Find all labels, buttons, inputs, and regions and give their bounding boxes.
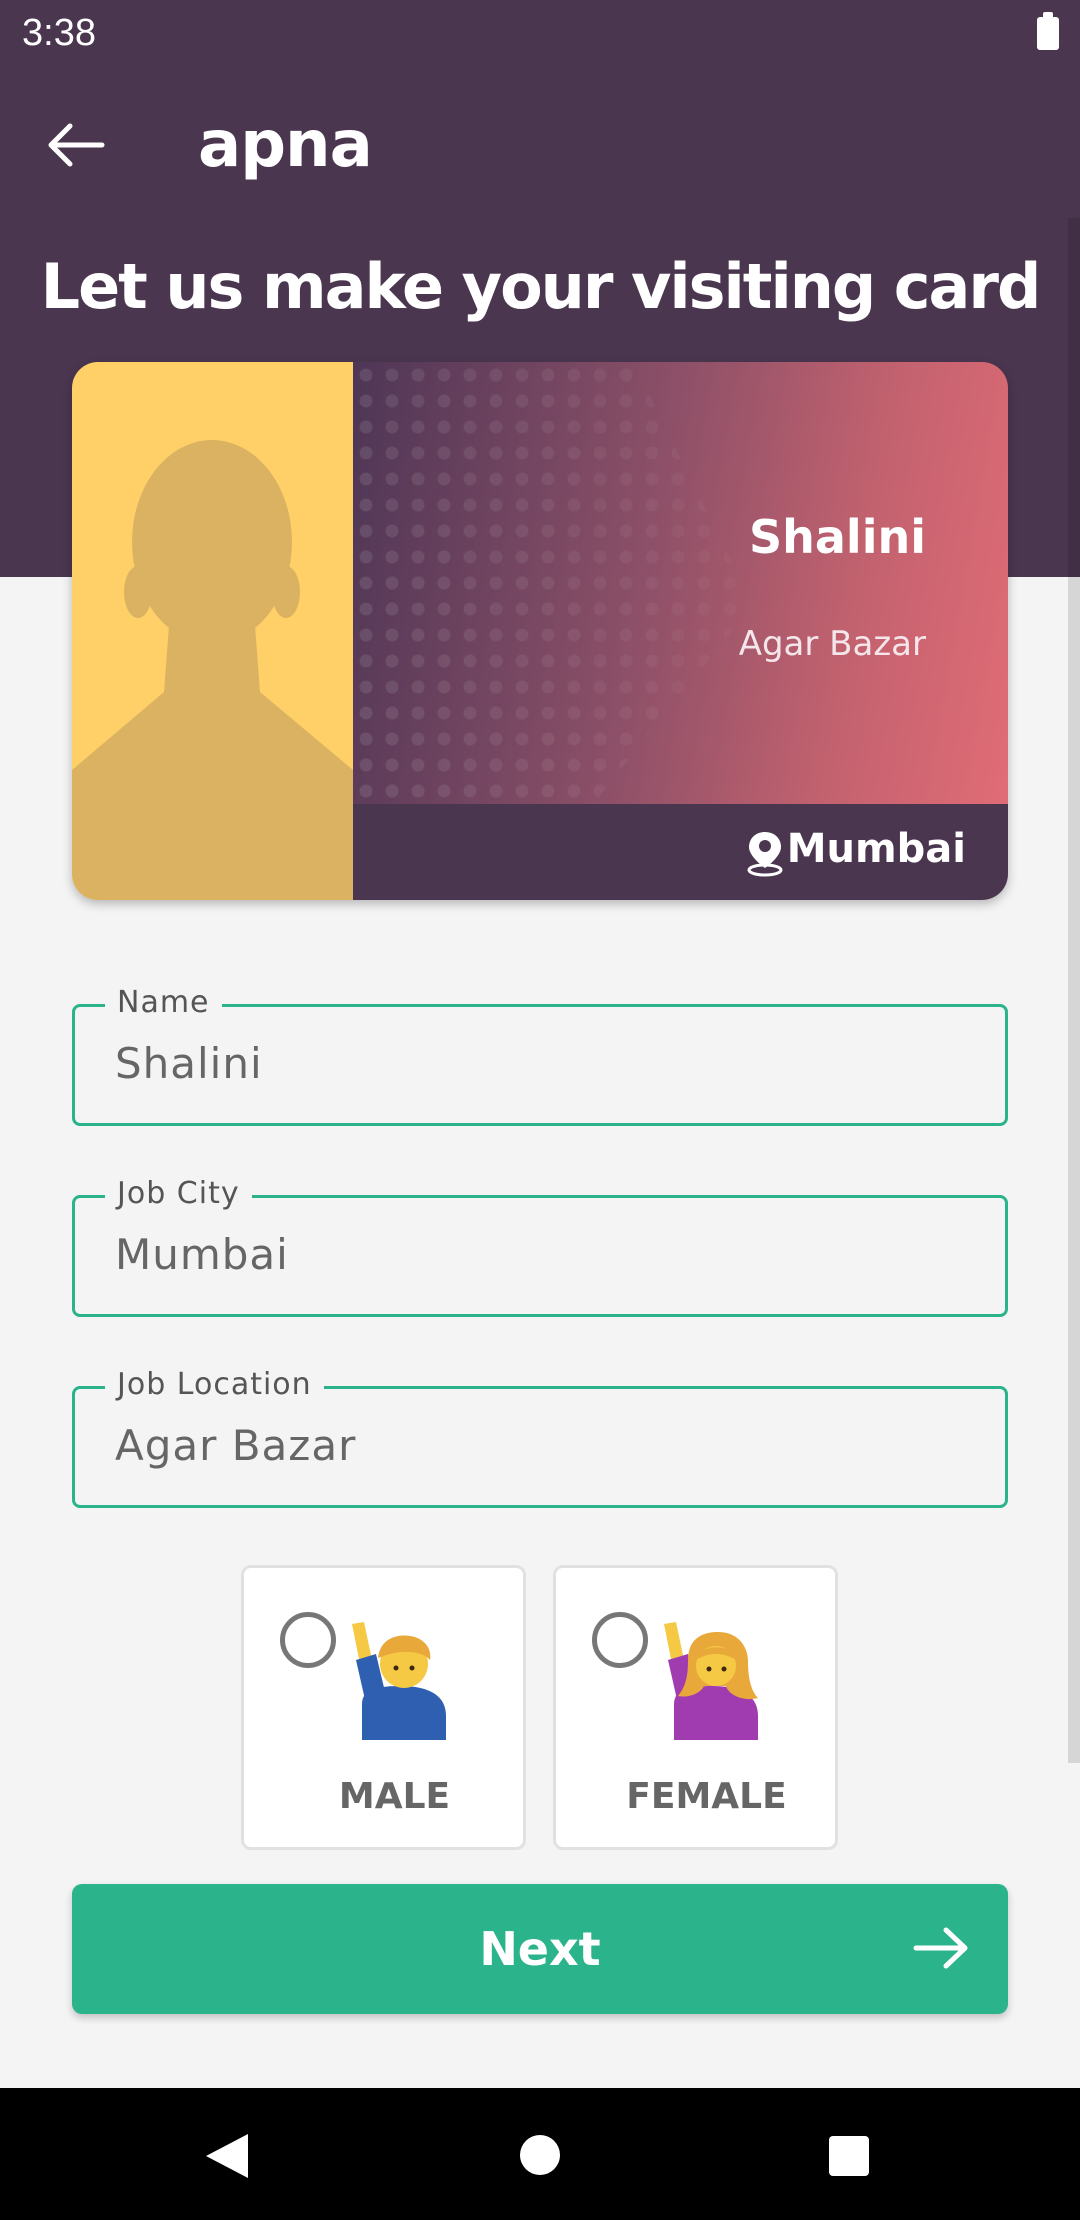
person-silhouette-icon (72, 440, 353, 900)
app-title: apna (198, 108, 373, 182)
card-art-panel: Shalini Agar Bazar (353, 362, 1008, 804)
woman-raising-hand-icon (664, 1622, 758, 1740)
page-title: Let us make your visiting card (40, 250, 1042, 323)
card-location: Agar Bazar (738, 624, 926, 664)
arrow-left-icon (48, 123, 105, 167)
job-location-field[interactable]: Job Location Agar Bazar (72, 1367, 1008, 1508)
name-field-label: Name (105, 985, 222, 1020)
scrollbar[interactable] (1068, 218, 1080, 1763)
job-city-field-label: Job City (105, 1176, 252, 1211)
gender-option-male[interactable]: MALE (241, 1565, 526, 1850)
arrow-right-icon (913, 1927, 968, 1969)
gender-option-female[interactable]: FEMALE (553, 1565, 838, 1850)
next-button-label: Next (479, 1922, 601, 1976)
location-pin-icon (747, 832, 783, 877)
nav-home-icon[interactable] (520, 2135, 560, 2175)
job-location-field-label: Job Location (105, 1367, 324, 1402)
male-radio[interactable] (280, 1612, 336, 1668)
job-location-field-value[interactable]: Agar Bazar (115, 1421, 356, 1470)
status-time: 3:38 (22, 12, 96, 54)
name-field-value[interactable]: Shalini (115, 1039, 263, 1088)
job-city-field-value[interactable]: Mumbai (115, 1230, 289, 1279)
female-label: FEMALE (626, 1776, 787, 1817)
card-footer: Mumbai (353, 804, 1008, 900)
card-city: Mumbai (786, 826, 966, 872)
female-radio[interactable] (592, 1612, 648, 1668)
dot-pattern (353, 362, 753, 804)
nav-recents-icon[interactable] (829, 2136, 869, 2176)
back-button[interactable] (40, 110, 110, 180)
job-city-field[interactable]: Job City Mumbai (72, 1176, 1008, 1317)
next-button[interactable]: Next (72, 1884, 1008, 2014)
visiting-card-preview: Shalini Agar Bazar Mumbai (72, 362, 1008, 900)
system-navigation-bar (0, 2088, 1080, 2220)
male-label: MALE (338, 1776, 451, 1817)
nav-back-icon[interactable] (204, 2132, 250, 2180)
battery-full-icon (1037, 12, 1059, 50)
card-photo-placeholder (72, 362, 353, 900)
man-raising-hand-icon (352, 1622, 446, 1740)
card-name: Shalini (749, 510, 926, 564)
name-field[interactable]: Name Shalini (72, 985, 1008, 1126)
